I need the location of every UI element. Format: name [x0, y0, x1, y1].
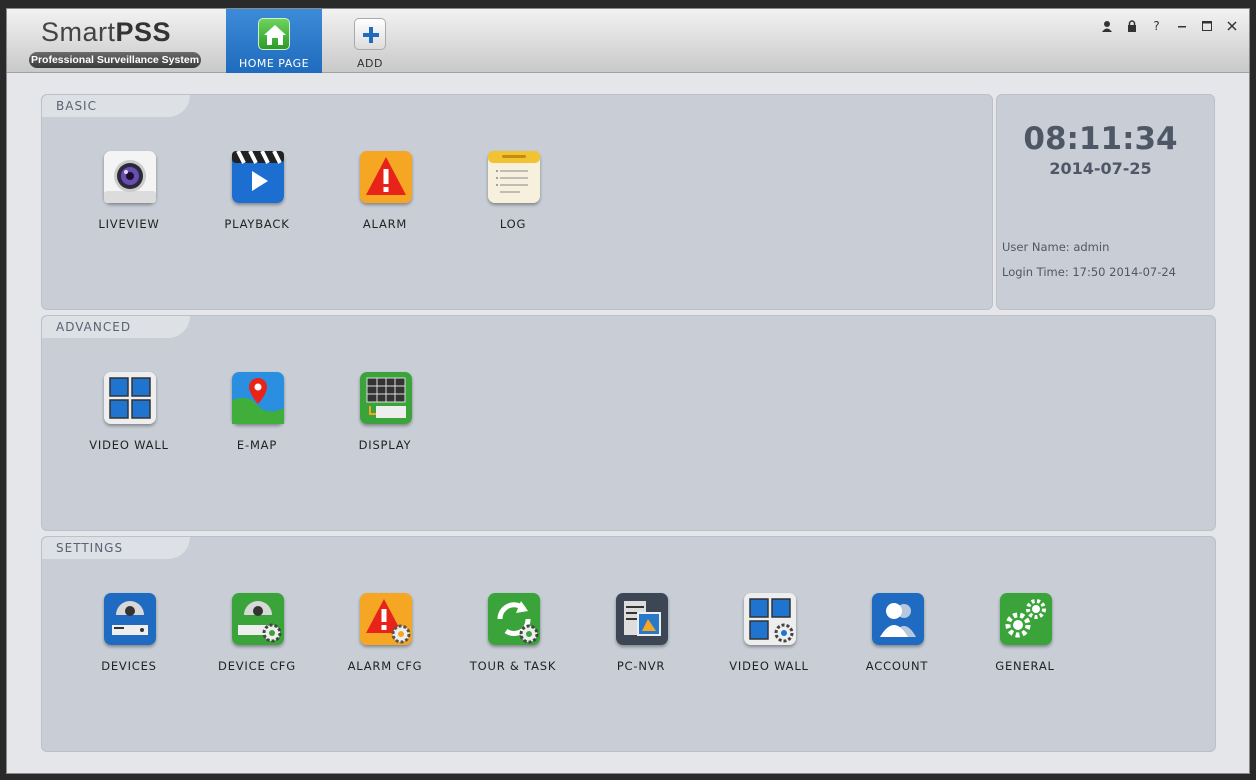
- alarm-cfg-tile[interactable]: ALARM CFG: [330, 567, 440, 677]
- playback-label: PLAYBACK: [224, 217, 290, 231]
- settings-panel: SETTINGS DEVICES DEVICE CFG ALARM CFG TO…: [41, 536, 1216, 752]
- status-panel: 08:11:34 2014-07-25 User Name: admin Log…: [996, 94, 1215, 310]
- logo-tagline: Professional Surveillance System: [29, 52, 201, 68]
- basic-section-title: BASIC: [42, 95, 190, 117]
- display-label: DISPLAY: [358, 438, 412, 452]
- settings-section-title: SETTINGS: [42, 537, 190, 559]
- device-cfg-label: DEVICE CFG: [218, 659, 296, 673]
- maximize-icon[interactable]: [1197, 17, 1216, 35]
- alarm-tile[interactable]: ALARM: [330, 125, 440, 235]
- top-navigation-bar: SmartPSS Professional Surveillance Syste…: [7, 9, 1249, 73]
- smartpss-window: SmartPSS Professional Surveillance Syste…: [6, 8, 1250, 774]
- user-icon[interactable]: [1097, 17, 1116, 35]
- video-wall-settings-tile[interactable]: VIDEO WALL: [714, 567, 824, 677]
- e-map-label: E-MAP: [236, 438, 278, 452]
- dome-camera-gear-icon: [232, 593, 284, 645]
- tab-home-page[interactable]: HOME PAGE: [226, 9, 322, 73]
- device-cfg-tile[interactable]: DEVICE CFG: [202, 567, 312, 677]
- alarm-label: ALARM: [362, 217, 408, 231]
- login-time-value: 17:50 2014-07-24: [1072, 265, 1176, 279]
- liveview-label: LIVEVIEW: [98, 217, 160, 231]
- display-screen-icon: [360, 372, 412, 424]
- video-wall-label: VIDEO WALL: [89, 438, 169, 452]
- user-name-value: admin: [1073, 240, 1110, 254]
- pc-nvr-label: PC-NVR: [616, 659, 666, 673]
- login-time-label: Login Time:: [1002, 265, 1069, 279]
- help-icon[interactable]: ?: [1147, 17, 1166, 35]
- display-tile[interactable]: DISPLAY: [330, 346, 440, 456]
- advanced-section-title: ADVANCED: [42, 316, 190, 338]
- alarm-gear-icon: [360, 593, 412, 645]
- general-label: GENERAL: [995, 659, 1055, 673]
- tab-home-page-label: HOME PAGE: [238, 57, 310, 70]
- basic-panel: BASIC LIVEVIEW PLAYBACK ALARM LOG: [41, 94, 993, 310]
- user-name-line: User Name: admin: [1002, 240, 1109, 254]
- advanced-panel: ADVANCED VIDEO WALL E-MAP DISPLAY: [41, 315, 1216, 531]
- map-pin-icon: [232, 372, 284, 424]
- video-wall-settings-label: VIDEO WALL: [729, 659, 809, 673]
- current-date: 2014-07-25: [1049, 159, 1152, 178]
- general-tile[interactable]: GENERAL: [970, 567, 1080, 677]
- lock-icon[interactable]: [1122, 17, 1141, 35]
- tour-task-tile[interactable]: TOUR & TASK: [458, 567, 568, 677]
- alarm-cfg-label: ALARM CFG: [347, 659, 423, 673]
- camera-lens-icon: [104, 151, 156, 203]
- general-gears-icon: [1000, 593, 1052, 645]
- e-map-tile[interactable]: E-MAP: [202, 346, 312, 456]
- tour-task-label: TOUR & TASK: [469, 659, 557, 673]
- current-time: 08:11:34: [1023, 121, 1178, 157]
- login-time-line: Login Time: 17:50 2014-07-24: [1002, 265, 1176, 279]
- log-label: LOG: [499, 217, 527, 231]
- logo-wordmark: SmartPSS: [41, 17, 172, 47]
- playback-tile[interactable]: PLAYBACK: [202, 125, 312, 235]
- pc-nvr-icon: [616, 593, 668, 645]
- video-wall-grid-icon: [104, 372, 156, 424]
- pc-nvr-tile[interactable]: PC-NVR: [586, 567, 696, 677]
- account-users-icon: [872, 593, 924, 645]
- video-wall-tile[interactable]: VIDEO WALL: [74, 346, 184, 456]
- notepad-log-icon: [488, 151, 540, 203]
- devices-label: DEVICES: [101, 659, 157, 673]
- alarm-warning-icon: [360, 151, 412, 203]
- user-name-label: User Name:: [1002, 240, 1070, 254]
- tab-add-label: ADD: [357, 57, 383, 70]
- liveview-tile[interactable]: LIVEVIEW: [74, 125, 184, 235]
- window-controls: ?: [1097, 17, 1241, 35]
- home-icon: [258, 18, 290, 50]
- log-tile[interactable]: LOG: [458, 125, 568, 235]
- minimize-icon[interactable]: [1172, 17, 1191, 35]
- video-wall-gear-icon: [744, 593, 796, 645]
- account-tile[interactable]: ACCOUNT: [842, 567, 952, 677]
- account-label: ACCOUNT: [865, 659, 929, 673]
- tab-add[interactable]: ADD: [322, 9, 418, 73]
- devices-tile[interactable]: DEVICES: [74, 567, 184, 677]
- close-icon[interactable]: [1222, 17, 1241, 35]
- refresh-gear-icon: [488, 593, 540, 645]
- clapperboard-play-icon: [232, 151, 284, 203]
- dome-camera-icon: [104, 593, 156, 645]
- plus-icon: [354, 18, 386, 50]
- smartpss-logo: SmartPSS Professional Surveillance Syste…: [29, 15, 201, 68]
